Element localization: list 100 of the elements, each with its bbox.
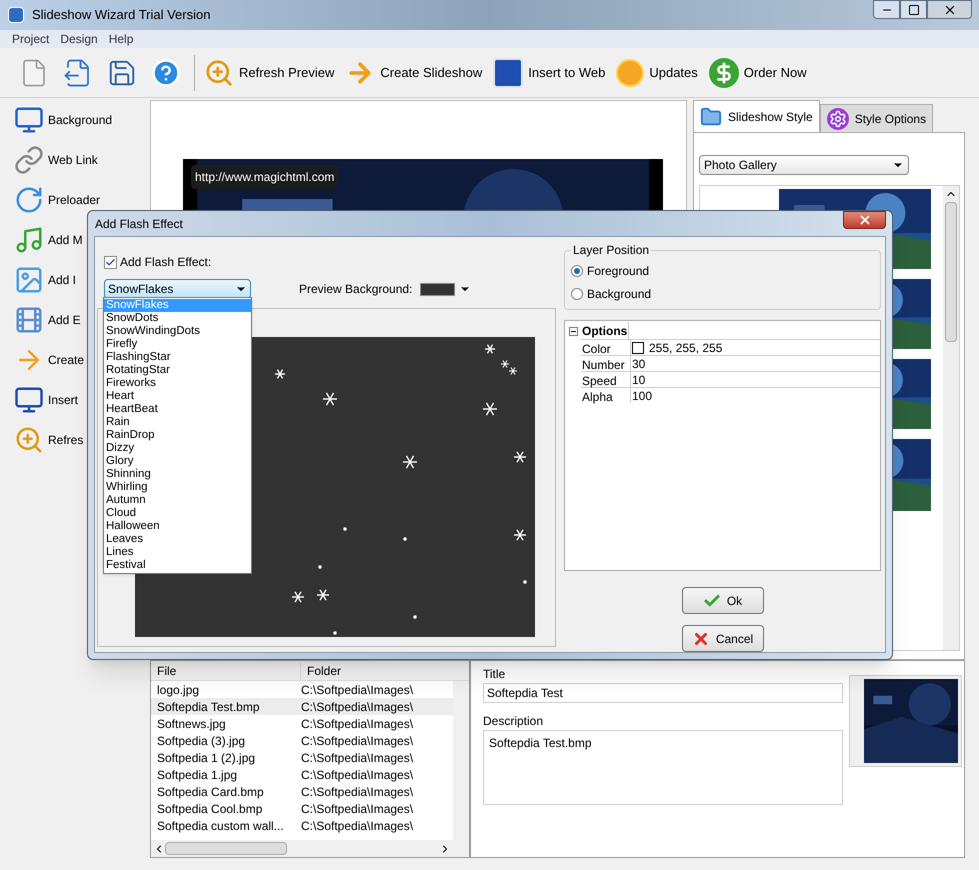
dropdown-option[interactable]: RotatingStar: [104, 364, 251, 377]
table-cell-text: Softpedia 1.jpg: [156, 766, 238, 784]
dropdown-option[interactable]: Rain: [104, 416, 251, 429]
dropdown-option[interactable]: Lines: [104, 546, 251, 559]
file-row[interactable]: logo.jpg C:\Softpedia\Images\: [151, 681, 453, 698]
dropdown-option[interactable]: Heart: [104, 390, 251, 403]
effect-dropdown[interactable]: SnowFlakes: [104, 279, 251, 299]
file-row[interactable]: Softpedia 1.jpg C:\Softpedia\Images\: [151, 766, 453, 783]
table-cell-text: C:\Softpedia\Images\: [301, 716, 414, 732]
file-row[interactable]: Softnews.jpg C:\Softpedia\Images\: [151, 715, 453, 732]
table-cell-text: C:\Softpedia\Images\: [301, 750, 414, 766]
file-row[interactable]: Softepdia Test.bmp C:\Softpedia\Images\: [151, 698, 453, 715]
style-dropdown[interactable]: Photo Gallery: [699, 155, 909, 175]
app-icon: [8, 7, 24, 23]
scroll-thumb[interactable]: [945, 202, 957, 342]
sidebar-item[interactable]: Preloader: [14, 184, 150, 216]
link-icon: [14, 145, 44, 175]
scroll-thumb[interactable]: [165, 842, 287, 855]
dropdown-option[interactable]: Autumn: [104, 494, 251, 507]
table-cell-text: Softpedia (3).jpg: [156, 732, 246, 750]
menu-item[interactable]: Help: [104, 30, 138, 48]
toolbar-button[interactable]: Refresh Preview: [201, 52, 338, 92]
dropdown-option[interactable]: SnowDots: [104, 312, 251, 325]
film-reel-icon: [14, 305, 44, 335]
dropdown-option[interactable]: Whirling: [104, 481, 251, 494]
file-row[interactable]: Softpedia 1 (2).jpg C:\Softpedia\Images\: [151, 749, 453, 766]
scrollbar[interactable]: [453, 681, 469, 840]
file-row[interactable]: Softpedia Card.bmp C:\Softpedia\Images\: [151, 783, 453, 800]
table-cell-text: C:\Softpedia\Images\: [301, 784, 414, 800]
tab[interactable]: Slideshow Style: [693, 100, 820, 132]
table-cell-text: C:\Softpedia\Images\: [301, 698, 414, 716]
dropdown-option[interactable]: Glory: [104, 455, 251, 468]
menu-item[interactable]: Design: [56, 30, 102, 48]
close-button[interactable]: [843, 211, 886, 229]
cancel-button[interactable]: Cancel: [682, 625, 764, 652]
toolbar-button[interactable]: Order Now: [706, 52, 810, 92]
description-field[interactable]: Softepdia Test.bmp: [483, 730, 843, 805]
zoom-in-icon: [14, 425, 44, 455]
dropdown-option[interactable]: SnowWindingDots: [104, 325, 251, 338]
color-picker[interactable]: [420, 282, 472, 296]
toolbar-button[interactable]: Create Slideshow: [342, 52, 486, 92]
dropdown-option[interactable]: Firefly: [104, 338, 251, 351]
refresh-icon: [14, 185, 44, 215]
dropdown-option[interactable]: Halloween: [104, 520, 251, 533]
sidebar-item[interactable]: Background: [14, 104, 150, 136]
dropdown-option[interactable]: RainDrop: [104, 429, 251, 442]
dropdown-option[interactable]: Fireworks: [104, 377, 251, 390]
table-cell-text: C:\Softpedia\Images\: [301, 766, 414, 784]
folder-icon: [700, 106, 722, 128]
toolbar-button[interactable]: Updates: [613, 52, 701, 92]
scrollbar[interactable]: [943, 186, 959, 650]
help-icon: [151, 58, 181, 88]
checkbox[interactable]: Add Flash Effect:: [104, 253, 556, 271]
property-value[interactable]: 255, 255, 255: [631, 338, 722, 356]
property-name: Alpha: [581, 388, 631, 403]
title-field[interactable]: Softepdia Test: [483, 683, 843, 703]
ok-button[interactable]: Ok: [682, 587, 764, 614]
property-value[interactable]: 100: [631, 386, 652, 404]
table-cell-text: C:\Softpedia\Images\: [301, 732, 414, 750]
property-name: Speed: [581, 372, 631, 387]
scrollbar[interactable]: [151, 840, 469, 857]
close-icon: [858, 213, 872, 227]
table-cell-text: Softpedia Card.bmp: [156, 784, 265, 800]
dropdown-option[interactable]: Festival: [104, 559, 251, 572]
field-label: Title: [483, 666, 506, 683]
group-title: Layer Position: [572, 242, 650, 259]
property-value[interactable]: 10: [631, 370, 646, 388]
check-icon: [105, 256, 116, 268]
monitor-icon: [14, 105, 44, 135]
dropdown-option[interactable]: HeartBeat: [104, 403, 251, 416]
dropdown-option[interactable]: Leaves: [104, 533, 251, 546]
file-row[interactable]: Softpedia (3).jpg C:\Softpedia\Images\: [151, 732, 453, 749]
sidebar-item[interactable]: Web Link: [14, 144, 150, 176]
property-value[interactable]: 30: [631, 354, 646, 372]
dollar-icon: [708, 58, 739, 88]
file-row[interactable]: Softpedia Cool.bmp C:\Softpedia\Images\: [151, 800, 453, 817]
gear-icon: [826, 108, 849, 130]
column-header[interactable]: Folder: [301, 662, 342, 680]
table-cell-text: C:\Softpedia\Images\: [301, 682, 414, 698]
dropdown-option[interactable]: Shinning: [104, 468, 251, 481]
file-row[interactable]: Softpedia custom wall... C:\Softpedia\Images\: [151, 817, 453, 834]
close-button[interactable]: [927, 0, 972, 19]
radio-option[interactable]: Background: [571, 282, 874, 305]
minimize-button[interactable]: [873, 0, 900, 19]
collapse-icon[interactable]: [569, 326, 578, 336]
toolbar-button[interactable]: Insert to Web: [490, 52, 608, 92]
radio-option[interactable]: Foreground: [571, 259, 874, 282]
dialog-title: Add Flash Effect: [95, 216, 183, 232]
zoom-in-icon: [204, 58, 234, 88]
table-cell-text: Softepdia Test.bmp: [156, 698, 261, 716]
tab[interactable]: Style Options: [820, 104, 934, 132]
window-title: Slideshow Wizard Trial Version: [32, 6, 210, 24]
dropdown-option[interactable]: Cloud: [104, 507, 251, 520]
property-name: Number: [581, 356, 631, 371]
maximize-button[interactable]: [900, 0, 927, 19]
column-header[interactable]: File: [151, 662, 301, 680]
table-cell-text: C:\Softpedia\Images\: [301, 818, 414, 834]
menu-item[interactable]: Project: [8, 30, 54, 48]
dropdown-option[interactable]: FlashingStar: [104, 351, 251, 364]
dropdown-option[interactable]: Dizzy: [104, 442, 251, 455]
